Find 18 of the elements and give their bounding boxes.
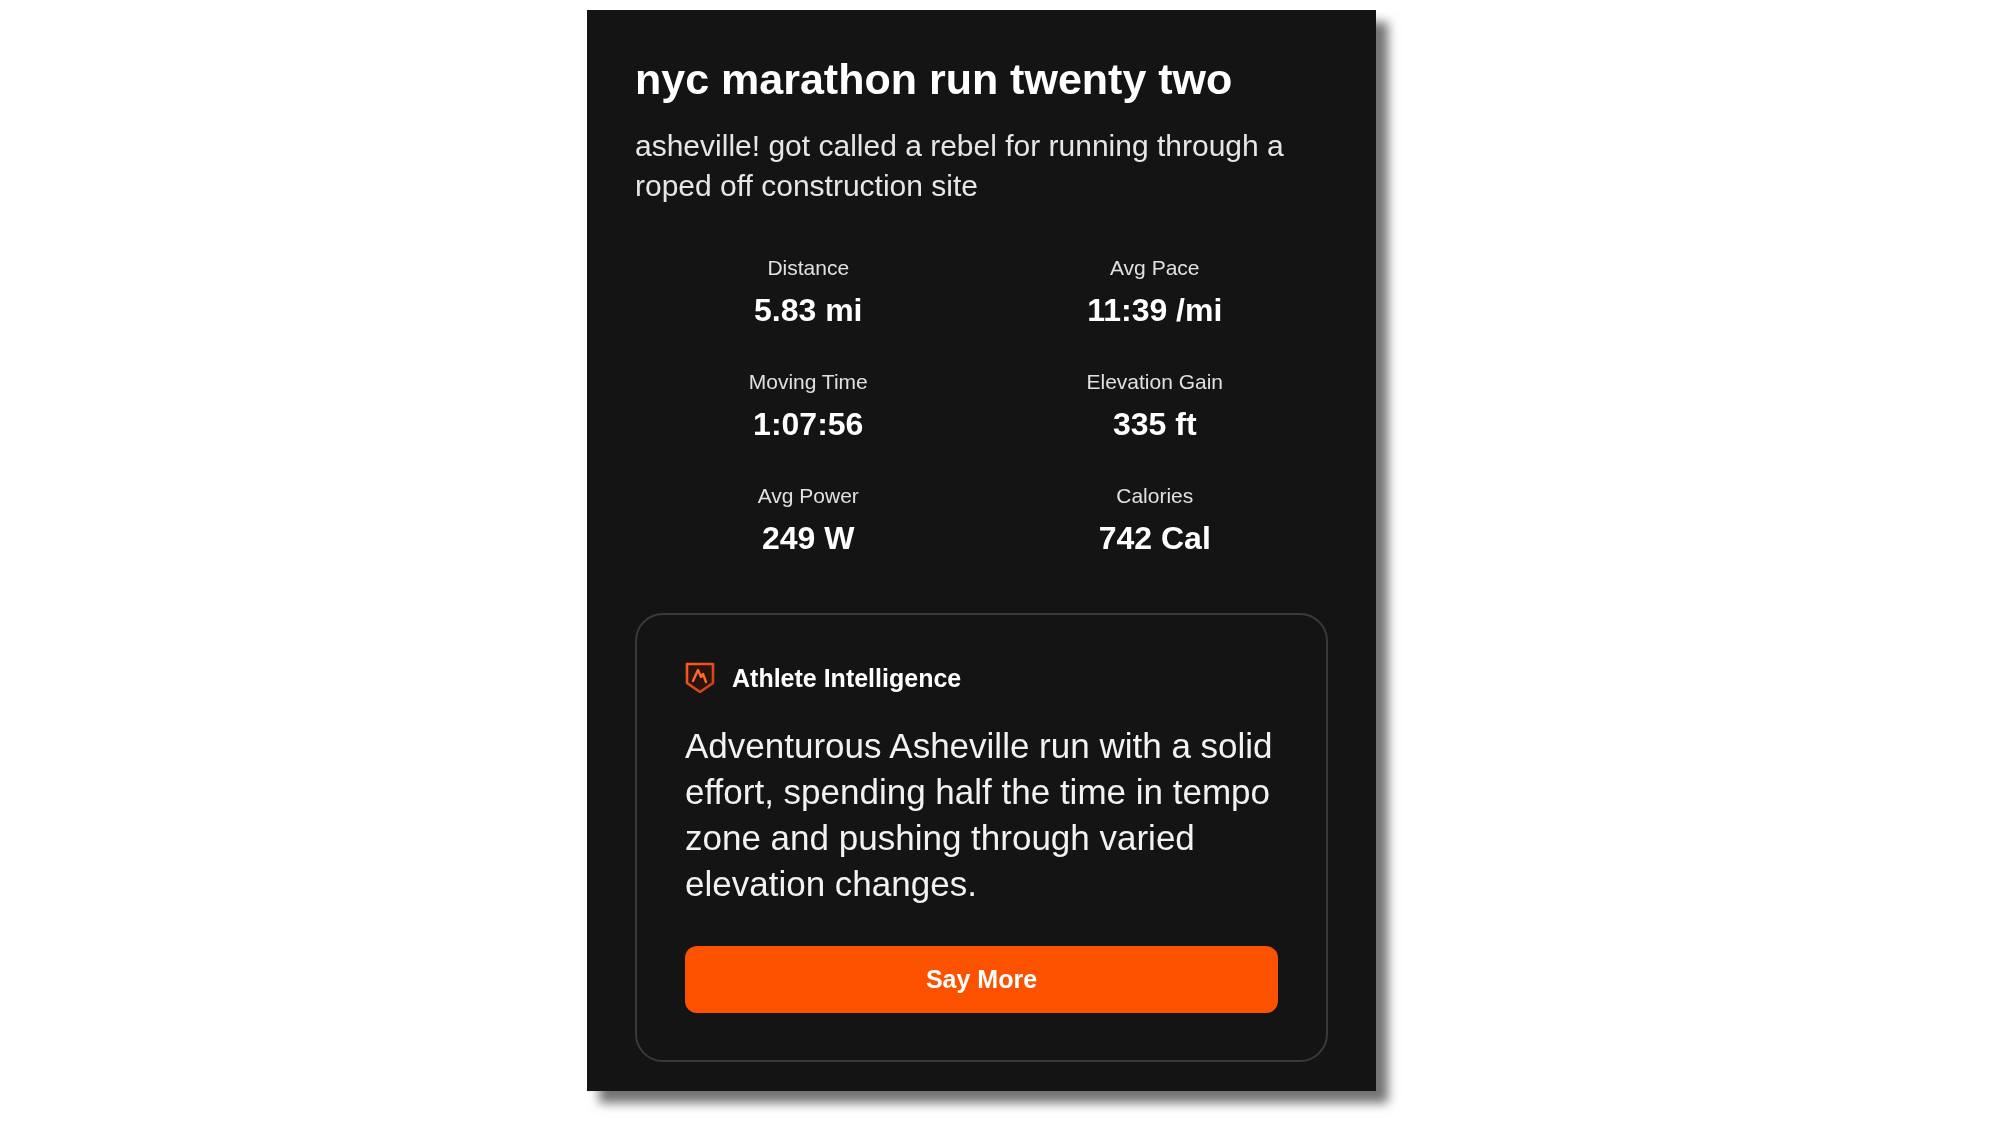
insight-title: Athlete Intelligence — [732, 663, 962, 694]
stat-label: Avg Pace — [1110, 255, 1200, 281]
insight-text: Adventurous Asheville run with a solid effort, spending half the time in tempo zone and pushing through varied elevation changes. — [685, 725, 1274, 905]
stat-value: 742 Cal — [1098, 519, 1211, 558]
activity-title: nyc marathon run twenty two — [635, 54, 1234, 104]
stat-label: Distance — [767, 255, 850, 281]
stat-value: 249 W — [762, 519, 855, 558]
activity-description: asheville! got called a rebel for running through a roped off construction site — [635, 128, 1285, 204]
shield-icon — [685, 662, 715, 694]
stat-value: 11:39 /mi — [1087, 291, 1223, 330]
stat-value: 1:07:56 — [753, 405, 864, 444]
stat-label: Calories — [1116, 483, 1194, 509]
say-more-button[interactable]: Say More — [685, 946, 1278, 1013]
stat-label: Avg Power — [757, 483, 859, 509]
stat-label: Elevation Gain — [1086, 369, 1224, 395]
stat-label: Moving Time — [748, 369, 868, 395]
stat-value: 5.83 mi — [754, 291, 863, 330]
stat-value: 335 ft — [1112, 405, 1197, 444]
